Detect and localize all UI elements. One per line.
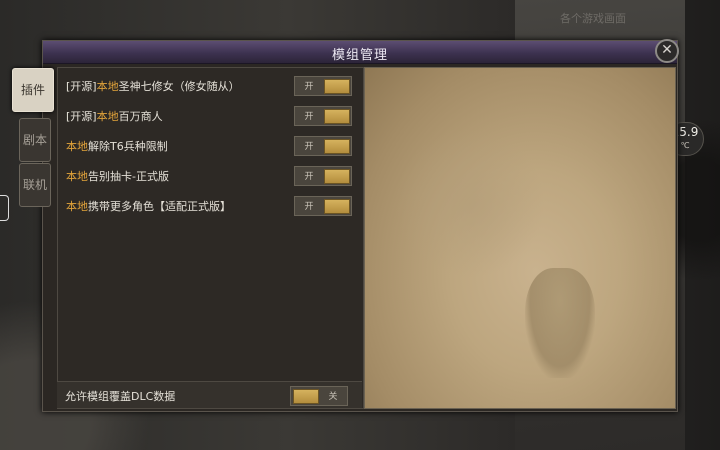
mod-toggle-4[interactable]: 开 xyxy=(294,166,352,186)
close-button[interactable]: ✕ xyxy=(655,39,679,63)
toggle-knob xyxy=(324,79,350,94)
mod-toggle-5[interactable]: 开 xyxy=(294,196,352,216)
mod-preview-image xyxy=(364,67,676,409)
mod-toggle-3[interactable]: 开 xyxy=(294,136,352,156)
edge-handle-icon[interactable] xyxy=(0,195,9,221)
mod-row-2: [开源]本地百万商人 开 xyxy=(64,106,354,126)
mod-name-5: 本地携带更多角色【适配正式版】 xyxy=(66,200,231,213)
tab-plugins[interactable]: 插件 xyxy=(12,68,54,112)
dlc-toggle[interactable]: 关 xyxy=(290,386,348,406)
mod-manager-dialog: 模组管理 ✕ [开源]本地圣神七修女（修女随从） 开 [开源]本地百万商人 开 … xyxy=(42,39,679,412)
background-hint-text: 各个游戏画面 xyxy=(560,12,626,25)
dlc-option-bar: 允许模组覆盖DLC数据 关 xyxy=(57,381,362,408)
toggle-knob xyxy=(324,109,350,124)
mod-toggle-2[interactable]: 开 xyxy=(294,106,352,126)
toggle-knob xyxy=(324,169,350,184)
mod-list-panel: [开源]本地圣神七修女（修女随从） 开 [开源]本地百万商人 开 本地解除T6兵… xyxy=(57,67,364,409)
toggle-knob xyxy=(293,389,319,404)
mod-row-5: 本地携带更多角色【适配正式版】 开 xyxy=(64,196,354,216)
toggle-knob xyxy=(324,199,350,214)
dlc-option-label: 允许模组覆盖DLC数据 xyxy=(65,390,176,403)
dialog-title-bar: 模组管理 xyxy=(43,41,677,64)
preview-sketch-shape xyxy=(395,128,545,278)
mod-name-2: [开源]本地百万商人 xyxy=(66,110,163,123)
tab-scenarios[interactable]: 剧本 xyxy=(19,118,51,162)
mod-name-4: 本地告别抽卡-正式版 xyxy=(66,170,169,183)
mod-name-3: 本地解除T6兵种限制 xyxy=(66,140,168,153)
preview-figure-shape xyxy=(525,268,595,378)
mod-toggle-1[interactable]: 开 xyxy=(294,76,352,96)
mod-row-1: [开源]本地圣神七修女（修女随从） 开 xyxy=(64,76,354,96)
mod-name-1: [开源]本地圣神七修女（修女随从） xyxy=(66,80,240,93)
toggle-knob xyxy=(324,139,350,154)
mod-row-3: 本地解除T6兵种限制 开 xyxy=(64,136,354,156)
dialog-title: 模组管理 xyxy=(331,48,388,63)
mod-row-4: 本地告别抽卡-正式版 开 xyxy=(64,166,354,186)
tab-multiplayer[interactable]: 联机 xyxy=(19,163,51,207)
